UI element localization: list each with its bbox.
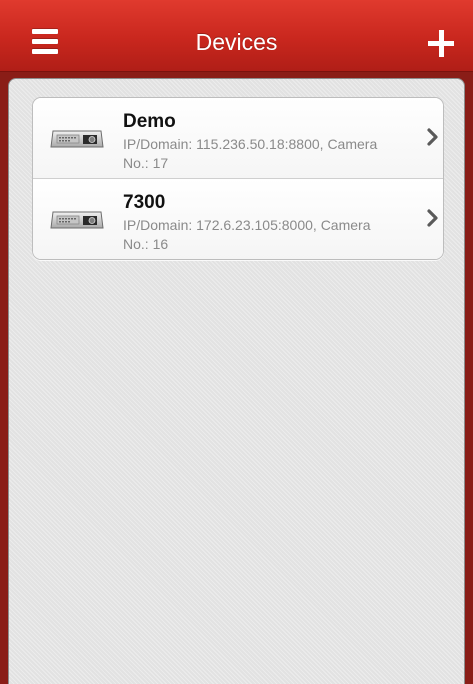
add-device-button[interactable] [416,22,460,66]
chevron-right-icon [427,128,438,146]
device-row-demo[interactable]: Demo IP/Domain: 115.236.50.18:8800, Came… [33,98,443,178]
dvr-device-icon [50,130,104,148]
device-row-7300[interactable]: 7300 IP/Domain: 172.6.23.105:8000, Camer… [33,178,443,259]
device-name: Demo [123,111,176,132]
device-list-panel: Demo IP/Domain: 115.236.50.18:8800, Came… [8,78,465,684]
navigation-bar: Devices [0,0,473,72]
page-title: Devices [195,29,278,55]
device-detail: IP/Domain: 172.6.23.105:8000, Camera No.… [123,217,371,252]
device-detail: IP/Domain: 115.236.50.18:8800, Camera No… [123,136,378,171]
chevron-right-icon [427,209,438,227]
device-list: Demo IP/Domain: 115.236.50.18:8800, Came… [32,97,444,260]
plus-icon-stroke [438,30,444,57]
device-name: 7300 [123,192,166,213]
dvr-device-icon [50,211,104,229]
